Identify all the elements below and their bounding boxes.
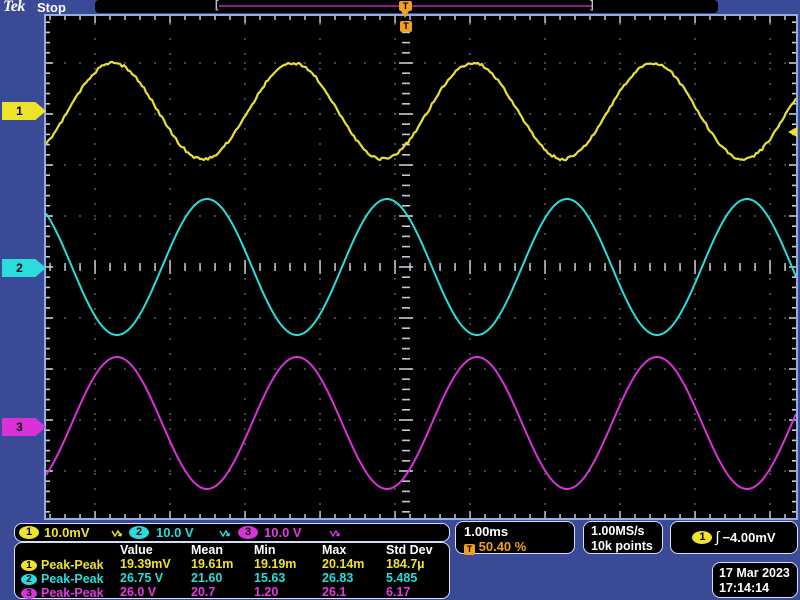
row-ch2-max: 26.83 bbox=[322, 572, 354, 585]
measurement-header-row: Value Mean Min Max Std Dev bbox=[15, 544, 449, 558]
row-ch2-stddev: 5.485 bbox=[386, 572, 418, 585]
trigger-position-t-icon: T bbox=[400, 21, 412, 32]
row-ch3-badge: 3 bbox=[21, 587, 37, 599]
header-min: Min bbox=[254, 544, 276, 557]
trigger-slope-icon: ∫ bbox=[715, 529, 720, 546]
graticule bbox=[44, 14, 798, 520]
row-ch2-badge: 2 bbox=[21, 573, 37, 585]
channel-2-badge: 2 bbox=[129, 526, 149, 539]
row-ch1-name: Peak-Peak bbox=[41, 558, 104, 572]
channel-3-coupling-icon bbox=[329, 529, 340, 538]
row-ch3-max: 26.1 bbox=[322, 586, 347, 599]
trigger-t-icon: T bbox=[464, 544, 475, 555]
channel-3-number: 3 bbox=[16, 420, 23, 434]
row-ch1-value: 19.39mV bbox=[120, 558, 171, 571]
header-value: Value bbox=[120, 544, 153, 557]
row-ch1-mean: 19.61m bbox=[191, 558, 234, 571]
row-ch2-min: 15.63 bbox=[254, 572, 286, 585]
header-stddev: Std Dev bbox=[386, 544, 433, 557]
record-right-bracket: ] bbox=[590, 0, 594, 11]
record-left-bracket: [ bbox=[215, 0, 219, 11]
row-ch2-value: 26.75 V bbox=[120, 572, 164, 585]
channel-3-scale: 10.0 V bbox=[264, 525, 302, 540]
sample-rate: 1.00MS/s bbox=[591, 524, 645, 538]
row-ch1-min: 19.19m bbox=[254, 558, 297, 571]
measurement-row-ch1: 1 Peak-Peak 19.39mV 19.61m 19.19m 20.14m … bbox=[15, 558, 449, 572]
row-ch3-stddev: 6.17 bbox=[386, 586, 411, 599]
record-length: 10k points bbox=[591, 539, 653, 553]
channel-1-position-marker: 1 bbox=[2, 102, 46, 120]
channel-3-position-marker: 3 bbox=[2, 418, 46, 436]
measurement-row-ch2: 2 Peak-Peak 26.75 V 21.60 15.63 26.83 5.4… bbox=[15, 572, 449, 586]
timebase-value: 1.00ms bbox=[464, 524, 509, 539]
trigger-level: −4.00mV bbox=[722, 530, 776, 545]
measurement-table: Value Mean Min Max Std Dev 1 Peak-Peak 19… bbox=[14, 542, 450, 599]
row-ch3-min: 1.20 bbox=[254, 586, 279, 599]
channel-2-position-marker: 2 bbox=[2, 259, 46, 277]
oscilloscope-screen: Tek Stop [ ] T T 1 2 3 1 10.0mV 2 10.0 V… bbox=[0, 0, 800, 600]
header-mean: Mean bbox=[191, 544, 223, 557]
acquisition-readout: 1.00MS/s 10k points bbox=[583, 521, 663, 554]
row-ch3-value: 26.0 V bbox=[120, 586, 157, 599]
datetime-readout: 17 Mar 2023 17:14:14 bbox=[712, 562, 798, 598]
row-ch1-stddev: 184.7µ bbox=[386, 558, 425, 571]
trigger-position-percent: 50.40 % bbox=[478, 539, 527, 554]
date-text: 17 Mar 2023 bbox=[719, 566, 790, 580]
time-text: 17:14:14 bbox=[719, 581, 770, 595]
row-ch2-mean: 21.60 bbox=[191, 572, 223, 585]
header-max: Max bbox=[322, 544, 347, 557]
row-ch3-mean: 20.7 bbox=[191, 586, 216, 599]
row-ch1-badge: 1 bbox=[21, 559, 37, 571]
channel-2-scale: 10.0 V bbox=[156, 525, 194, 540]
row-ch2-name: Peak-Peak bbox=[41, 572, 104, 586]
channel-3-badge: 3 bbox=[238, 526, 258, 539]
trigger-level-arrow bbox=[788, 127, 797, 137]
timebase-readout: 1.00ms T 50.40 % bbox=[455, 521, 575, 555]
channel-1-badge: 1 bbox=[19, 526, 39, 539]
channel-1-number: 1 bbox=[16, 104, 23, 118]
channel-1-scale: 10.0mV bbox=[44, 525, 90, 540]
acquisition-status: Stop bbox=[37, 0, 66, 15]
trigger-readout: 1 ∫ −4.00mV bbox=[670, 521, 798, 554]
trigger-position-flag: T bbox=[399, 1, 412, 18]
measurement-row-ch3: 3 Peak-Peak 26.0 V 20.7 1.20 26.1 6.17 bbox=[15, 586, 449, 600]
channel-1-coupling-icon bbox=[111, 529, 122, 538]
tek-logo: Tek bbox=[3, 0, 25, 15]
channel-2-number: 2 bbox=[16, 261, 23, 275]
trigger-source-badge: 1 bbox=[692, 531, 713, 544]
channel-scale-bar: 1 10.0mV 2 10.0 V 3 10.0 V bbox=[14, 523, 450, 542]
row-ch1-max: 20.14m bbox=[322, 558, 365, 571]
row-ch3-name: Peak-Peak bbox=[41, 586, 104, 600]
channel-2-coupling-icon bbox=[219, 529, 230, 538]
